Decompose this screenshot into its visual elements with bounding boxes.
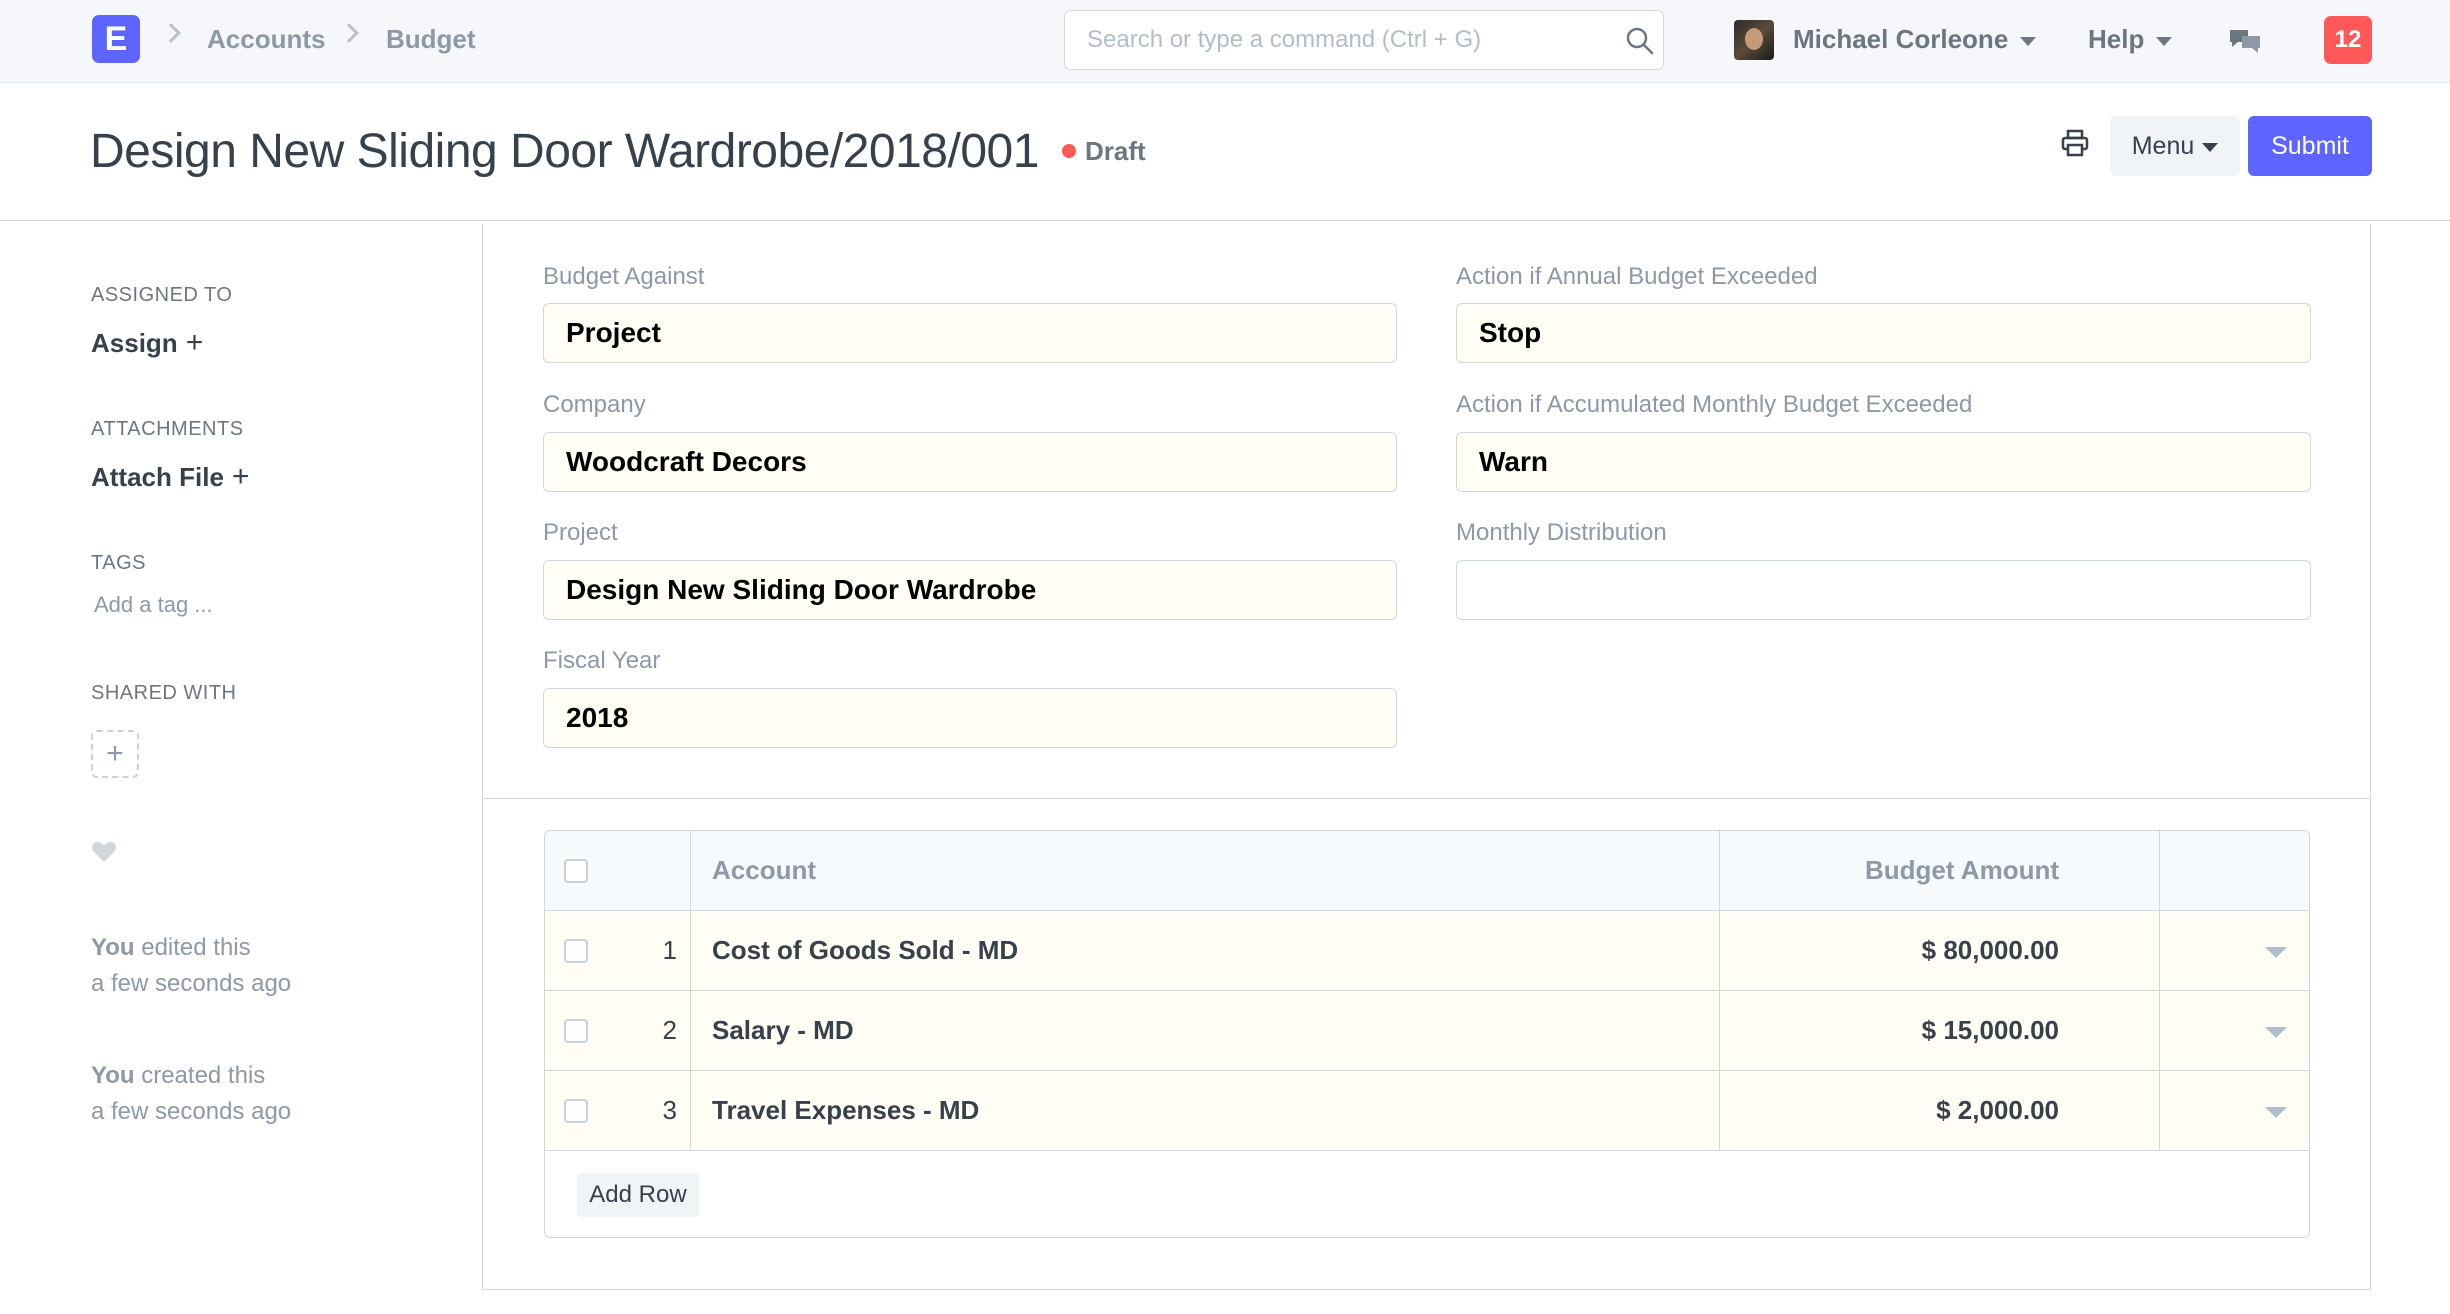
plus-icon: + — [185, 326, 204, 359]
print-icon[interactable] — [2060, 128, 2090, 158]
shared-with-label: SHARED WITH — [91, 682, 237, 704]
add-row-button[interactable]: Add Row — [577, 1173, 699, 1217]
select-all-checkbox[interactable] — [564, 859, 588, 883]
row-index: 2 — [662, 1015, 677, 1045]
budget-against-label: Budget Against — [543, 263, 705, 290]
monthly-action-label: Action if Accumulated Monthly Budget Exc… — [1456, 391, 1973, 418]
budget-against-field[interactable]: Project — [543, 303, 1397, 363]
attach-file-label: Attach File — [91, 462, 224, 492]
navbar: E Accounts Budget Michael Corleone Help … — [0, 0, 2450, 83]
column-divider — [2159, 831, 2160, 1151]
table-row[interactable]: 2 Salary - MD $ 15,000.00 — [545, 991, 2309, 1071]
status-indicator-dot — [1062, 144, 1076, 158]
timeline-item: You created this a few seconds ago — [91, 1058, 291, 1130]
column-header-budget-amount: Budget Amount — [1865, 855, 2059, 885]
help-label: Help — [2088, 24, 2145, 54]
annual-action-label: Action if Annual Budget Exceeded — [1456, 263, 1818, 290]
accounts-table: Account Budget Amount 1 Cost of Goods So… — [544, 830, 2310, 1238]
timeline-actor[interactable]: You — [91, 1062, 135, 1089]
amount-cell[interactable]: $ 2,000.00 — [1695, 1095, 2059, 1126]
timeline-time: a few seconds ago — [91, 1098, 292, 1125]
attach-file-button[interactable]: Attach File + — [91, 460, 249, 494]
amount-cell[interactable]: $ 15,000.00 — [1695, 1015, 2059, 1046]
user-menu[interactable]: Michael Corleone — [1793, 24, 2037, 55]
row-checkbox[interactable] — [564, 1019, 588, 1043]
timeline-action: created this — [134, 1062, 266, 1089]
row-expand-icon[interactable] — [2265, 1027, 2287, 1038]
add-tag-input[interactable]: Add a tag ... — [94, 592, 213, 618]
monthly-action-field[interactable]: Warn — [1456, 432, 2311, 492]
monthly-distribution-field[interactable] — [1456, 560, 2311, 620]
search-input[interactable] — [1065, 11, 1605, 69]
status-badge: Draft — [1085, 136, 1146, 166]
project-field[interactable]: Design New Sliding Door Wardrobe — [543, 560, 1397, 620]
notification-badge[interactable]: 12 — [2324, 16, 2372, 64]
account-cell[interactable]: Travel Expenses - MD — [712, 1095, 979, 1126]
row-checkbox[interactable] — [564, 939, 588, 963]
breadcrumb-accounts[interactable]: Accounts — [207, 24, 325, 55]
assign-label: Assign — [91, 328, 178, 358]
attachments-label: ATTACHMENTS — [91, 418, 244, 440]
row-checkbox[interactable] — [564, 1099, 588, 1123]
timeline-actor[interactable]: You — [91, 934, 135, 961]
heart-icon[interactable] — [91, 840, 117, 864]
fiscal-year-label: Fiscal Year — [543, 647, 661, 674]
chevron-right-icon — [161, 23, 181, 43]
table-row[interactable]: 1 Cost of Goods Sold - MD $ 80,000.00 — [545, 911, 2309, 991]
chevron-down-icon — [2156, 36, 2173, 46]
row-index: 1 — [662, 935, 677, 965]
chevron-down-icon — [2020, 36, 2037, 46]
table-header: Account Budget Amount — [545, 831, 2309, 911]
section-divider — [482, 798, 2371, 799]
assign-button[interactable]: Assign + — [91, 326, 203, 360]
company-field[interactable]: Woodcraft Decors — [543, 432, 1397, 492]
timeline-item: You edited this a few seconds ago — [91, 930, 291, 1002]
app-logo[interactable]: E — [92, 15, 140, 63]
chat-icon[interactable] — [2228, 26, 2262, 56]
row-expand-icon[interactable] — [2265, 947, 2287, 958]
page-title: Design New Sliding Door Wardrobe/2018/00… — [90, 125, 1039, 178]
avatar[interactable] — [1734, 20, 1774, 60]
chevron-down-icon — [2202, 142, 2219, 152]
add-share-button[interactable]: + — [91, 730, 139, 778]
awesomebar — [1064, 10, 1664, 70]
table-row[interactable]: 3 Travel Expenses - MD $ 2,000.00 — [545, 1071, 2309, 1151]
row-index: 3 — [662, 1095, 677, 1125]
annual-action-field[interactable]: Stop — [1456, 303, 2311, 363]
page-head: Design New Sliding Door Wardrobe/2018/00… — [0, 84, 2450, 221]
search-icon[interactable] — [1625, 26, 1655, 56]
timeline-time: a few seconds ago — [91, 970, 292, 997]
fiscal-year-field[interactable]: 2018 — [543, 688, 1397, 748]
amount-cell[interactable]: $ 80,000.00 — [1695, 935, 2059, 966]
column-divider — [1719, 831, 1720, 1151]
account-cell[interactable]: Salary - MD — [712, 1015, 854, 1046]
plus-icon: + — [106, 737, 124, 770]
company-label: Company — [543, 391, 646, 418]
help-menu[interactable]: Help — [2088, 24, 2173, 55]
tags-label: TAGS — [91, 552, 146, 574]
plus-icon: + — [231, 460, 250, 493]
menu-label: Menu — [2131, 132, 2195, 160]
project-label: Project — [543, 519, 618, 546]
monthly-distribution-label: Monthly Distribution — [1456, 519, 1667, 546]
timeline-action: edited this — [134, 934, 251, 961]
menu-button[interactable]: Menu — [2110, 116, 2240, 176]
assigned-to-label: ASSIGNED TO — [91, 284, 233, 306]
column-divider — [690, 831, 691, 1151]
user-name: Michael Corleone — [1793, 24, 2009, 54]
account-cell[interactable]: Cost of Goods Sold - MD — [712, 935, 1018, 966]
column-header-account: Account — [712, 855, 816, 885]
submit-button[interactable]: Submit — [2248, 116, 2372, 176]
breadcrumb-budget[interactable]: Budget — [386, 24, 476, 55]
chevron-right-icon — [339, 23, 359, 43]
row-expand-icon[interactable] — [2265, 1107, 2287, 1118]
